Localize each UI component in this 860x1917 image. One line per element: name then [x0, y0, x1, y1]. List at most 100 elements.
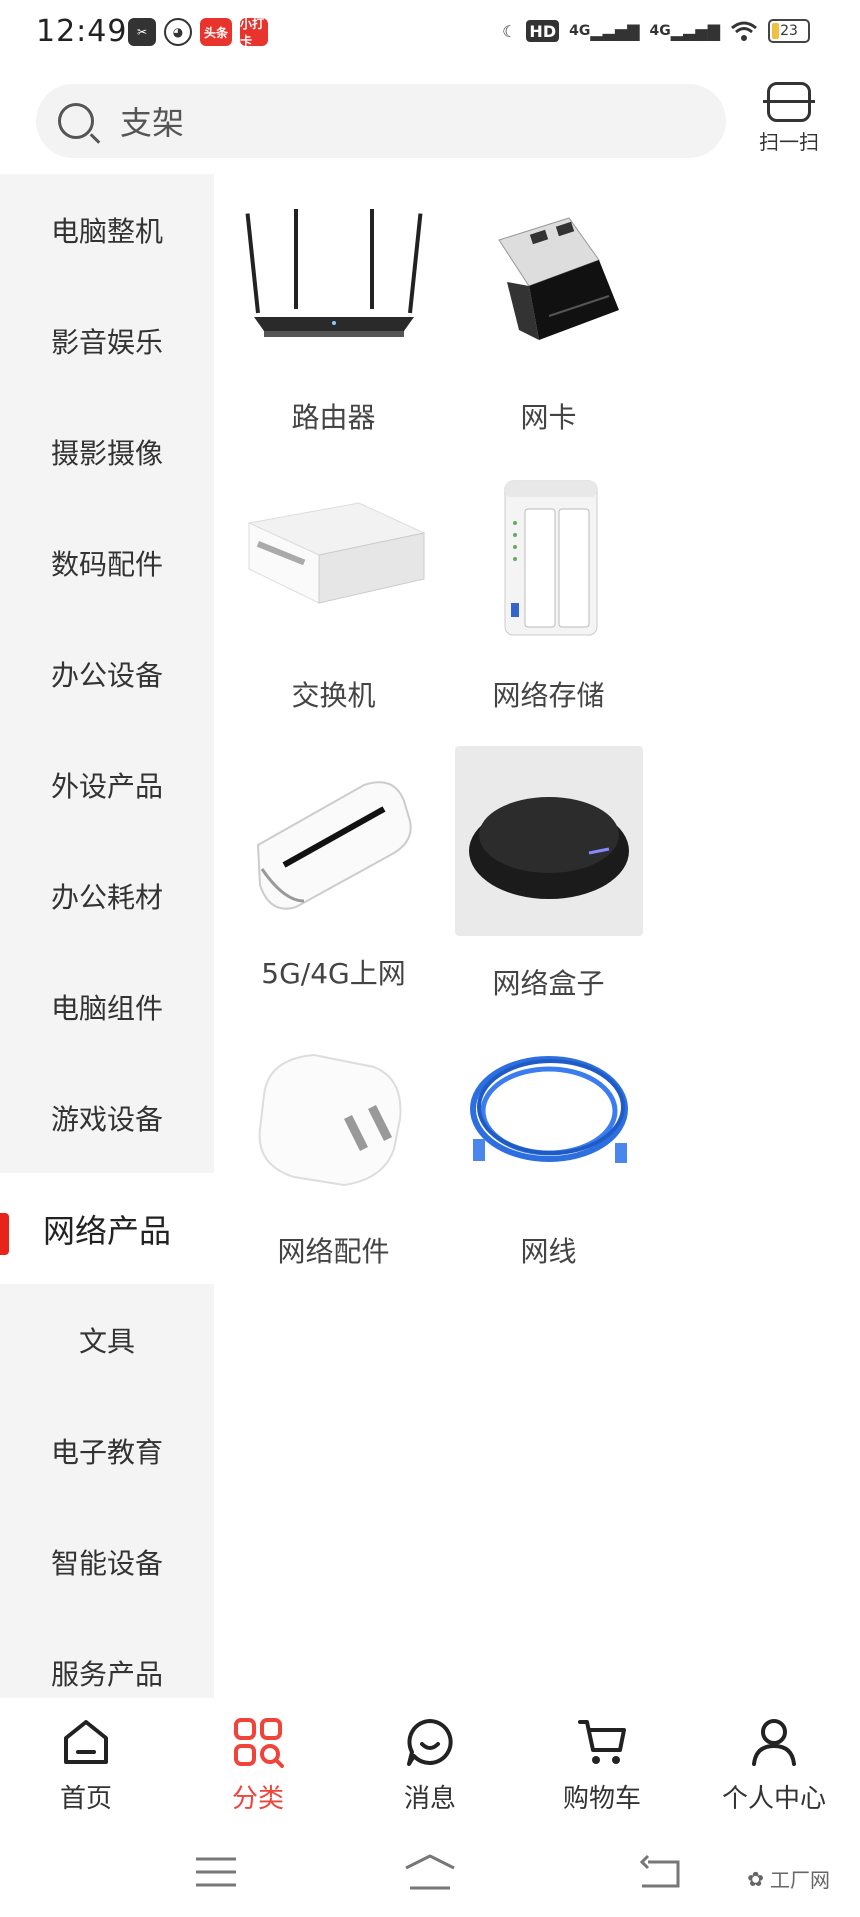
sidebar-item-computer[interactable]: 电脑整机	[0, 174, 214, 285]
tab-label: 购物车	[562, 1784, 641, 1814]
back-icon[interactable]	[632, 1850, 688, 1894]
message-icon	[402, 1714, 458, 1770]
network-label-2: 4G	[649, 23, 671, 39]
sidebar-item-label: 游戏设备	[50, 1102, 163, 1136]
tab-label: 首页	[59, 1784, 112, 1814]
sidebar-item-peripherals[interactable]: 外设产品	[0, 729, 214, 840]
sidebar-item-pc-components[interactable]: 电脑组件	[0, 951, 214, 1062]
subcategory-network-accessories[interactable]: 网络配件	[226, 1024, 441, 1302]
search-input[interactable]: 支架	[36, 84, 726, 158]
tab-label: 个人中心	[721, 1784, 826, 1814]
watermark-text: 工厂网	[770, 1868, 830, 1892]
subcategory-label: 网线	[520, 1235, 577, 1268]
nav-home-icon[interactable]	[402, 1850, 458, 1894]
search-header: 支架 扫一扫	[0, 66, 860, 174]
sidebar-item-network-products[interactable]: 网络产品	[0, 1173, 214, 1284]
sidebar-item-label: 影音娱乐	[50, 325, 163, 359]
subcategory-switch[interactable]: 交换机	[226, 468, 441, 746]
subcategory-network-box[interactable]: 网络盒子	[441, 746, 656, 1024]
menu-icon[interactable]	[188, 1850, 244, 1894]
sidebar-item-gaming[interactable]: 游戏设备	[0, 1062, 214, 1173]
wechat-notification-icon: ◕	[164, 18, 192, 46]
search-icon	[58, 103, 94, 139]
subcategory-label: 网络存储	[492, 679, 605, 712]
sidebar-item-label: 办公设备	[50, 658, 163, 692]
sidebar-item-label: 文具	[78, 1324, 135, 1358]
status-time: 12:49	[36, 14, 128, 49]
signal-icon-2: 4G ▂▃▅▇	[649, 21, 720, 41]
mobile-hotspot-icon	[234, 746, 434, 926]
sidebar-item-photography[interactable]: 摄影摄像	[0, 396, 214, 507]
scan-button[interactable]: 扫一扫	[754, 82, 824, 162]
status-bar: 12:49 ✂ ◕ 头条 小打卡 ☾ HD 4G ▂▃▅▇ 4G ▂▃▅▇ 23	[0, 0, 860, 66]
sidebar-item-label: 电子教育	[50, 1435, 163, 1469]
subcategory-label: 路由器	[291, 401, 376, 434]
router-icon	[234, 190, 434, 370]
subcategory-label: 交换机	[291, 679, 376, 712]
sidebar-item-office-equipment[interactable]: 办公设备	[0, 618, 214, 729]
category-sidebar: 电脑整机 影音娱乐 摄影摄像 数码配件 办公设备 外设产品 办公耗材 电脑组件 …	[0, 174, 214, 1698]
ethernet-cable-icon	[449, 1024, 649, 1204]
network-box-icon	[454, 746, 643, 936]
sidebar-item-label: 电脑整机	[50, 214, 163, 248]
dnd-moon-icon: ☾	[502, 21, 517, 41]
subcategory-mobile-hotspot[interactable]: 5G/4G上网	[226, 746, 441, 1024]
sidebar-item-stationery[interactable]: 文具	[0, 1284, 214, 1395]
subcategory-label: 网络盒子	[492, 967, 605, 1000]
sidebar-item-label: 数码配件	[50, 547, 163, 581]
search-placeholder: 支架	[120, 104, 185, 142]
nas-icon	[449, 468, 649, 648]
subcategory-router[interactable]: 路由器	[226, 190, 441, 468]
power-adapter-icon	[234, 1024, 434, 1204]
sidebar-item-e-education[interactable]: 电子教育	[0, 1395, 214, 1506]
watermark: ✿ 工厂网	[747, 1864, 830, 1893]
wechat-icon: ✿	[747, 1866, 764, 1891]
sidebar-item-smart-devices[interactable]: 智能设备	[0, 1506, 214, 1617]
signal-icon-1: 4G ▂▃▅▇	[569, 21, 640, 41]
cart-icon	[574, 1714, 630, 1770]
sidebar-item-label: 网络产品	[42, 1211, 171, 1250]
network-label-1: 4G	[569, 23, 591, 39]
system-nav-bar: ✿ 工厂网	[0, 1828, 860, 1917]
sidebar-item-label: 智能设备	[50, 1546, 163, 1580]
system-icons: ☾ HD 4G ▂▃▅▇ 4G ▂▃▅▇ 23	[502, 16, 810, 46]
usb-wifi-adapter-icon	[449, 190, 649, 370]
subcategory-label: 5G/4G上网	[261, 957, 406, 990]
subcategory-network-card[interactable]: 网卡	[441, 190, 656, 468]
subcategory-ethernet-cable[interactable]: 网线	[441, 1024, 656, 1302]
bottom-tab-bar: 首页 分类 消息 购物车 个人中心	[0, 1698, 860, 1828]
sidebar-item-digital-accessories[interactable]: 数码配件	[0, 507, 214, 618]
tab-cart[interactable]: 购物车	[516, 1698, 688, 1828]
sidebar-item-audio-video[interactable]: 影音娱乐	[0, 285, 214, 396]
category-icon	[230, 1714, 286, 1770]
tab-label: 分类	[231, 1784, 284, 1814]
network-switch-icon	[234, 468, 434, 648]
app-notification-icon: ✂	[128, 18, 156, 46]
sidebar-item-label: 外设产品	[50, 769, 163, 803]
subcategory-nas[interactable]: 网络存储	[441, 468, 656, 746]
tab-messages[interactable]: 消息	[344, 1698, 516, 1828]
scan-label: 扫一扫	[759, 130, 819, 154]
sidebar-item-label: 服务产品	[50, 1657, 163, 1691]
sidebar-item-services[interactable]: 服务产品	[0, 1617, 214, 1698]
xiaodaka-notification-icon: 小打卡	[240, 17, 268, 48]
subcategory-label: 网卡	[520, 401, 577, 434]
home-icon	[58, 1714, 114, 1770]
toutiao-notification-icon: 头条	[200, 18, 232, 46]
scan-icon	[763, 82, 815, 122]
subcategory-grid: 路由器 网卡 交换机 网络存储 5G/4G上网 网络盒子 网络配件 网线	[226, 190, 856, 1302]
tab-profile[interactable]: 个人中心	[688, 1698, 860, 1828]
sidebar-item-office-supplies[interactable]: 办公耗材	[0, 840, 214, 951]
sidebar-item-label: 摄影摄像	[50, 436, 163, 470]
battery-level: 23	[780, 23, 798, 39]
subcategory-label: 网络配件	[277, 1235, 390, 1268]
sidebar-item-label: 电脑组件	[50, 991, 163, 1025]
sidebar-item-label: 办公耗材	[50, 880, 163, 914]
tab-home[interactable]: 首页	[0, 1698, 172, 1828]
tab-category[interactable]: 分类	[172, 1698, 344, 1828]
tab-label: 消息	[403, 1784, 456, 1814]
profile-icon	[746, 1714, 802, 1770]
notification-icons: ✂ ◕ 头条 小打卡	[128, 17, 268, 48]
battery-icon: 23	[768, 19, 810, 43]
wifi-icon	[730, 16, 758, 46]
